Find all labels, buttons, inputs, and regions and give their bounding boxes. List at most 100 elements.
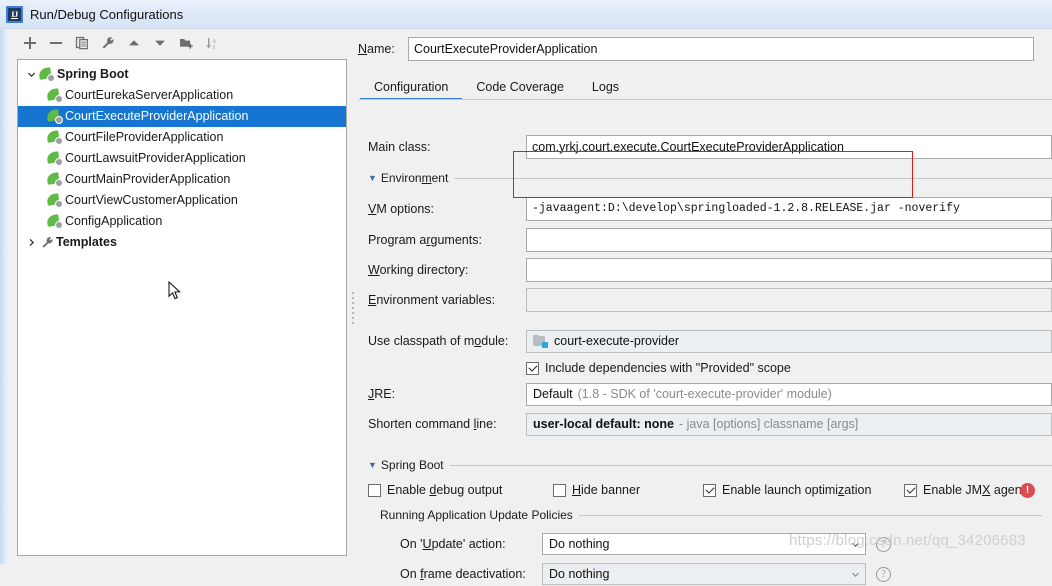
name-label-rest: ame:	[367, 42, 395, 56]
tree-item-config-application[interactable]: ConfigApplication	[18, 211, 346, 232]
on-frame-deactivation-row: On frame deactivation: Do nothing ?	[400, 562, 891, 586]
triangle-down-icon[interactable]: ▼	[368, 460, 377, 470]
tree-item-court-execute-provider-application[interactable]: CourtExecuteProviderApplication	[18, 106, 346, 127]
name-row: Name: CourtExecuteProviderApplication	[358, 37, 1052, 61]
hide-banner-label: Hide banner	[572, 483, 641, 497]
tab-configuration[interactable]: Configuration	[360, 80, 463, 101]
vm-options-row: VM options: -javaagent:D:\develop\spring…	[368, 197, 1052, 221]
spring-boot-icon	[46, 214, 63, 229]
spring-boot-icon	[46, 109, 63, 124]
program-arguments-input[interactable]	[526, 228, 1052, 252]
shorten-command-line-hint: - java [options] classname [args]	[679, 417, 859, 431]
separator-line	[454, 177, 1052, 179]
on-frame-deactivation-combo[interactable]: Do nothing	[542, 563, 866, 585]
chevron-down-icon[interactable]	[845, 564, 865, 585]
separator-line	[578, 514, 1042, 516]
checkbox-box[interactable]	[703, 483, 716, 497]
tree-item-court-main-provider-application[interactable]: CourtMainProviderApplication	[18, 169, 346, 190]
tree-item-court-view-customer-application[interactable]: CourtViewCustomerApplication	[18, 190, 346, 211]
environment-variables-row: Environment variables:	[368, 288, 1052, 312]
separator-line	[449, 464, 1052, 466]
use-classpath-of-module-combo[interactable]: court-execute-provider	[526, 329, 1052, 353]
enable-launch-optimization-checkbox[interactable]: Enable launch optimization	[703, 483, 871, 497]
edit-templates-button[interactable]	[95, 31, 121, 55]
environment-separator[interactable]: ▼ Environment	[368, 171, 1052, 185]
spring-boot-icon	[46, 130, 63, 145]
window-title: Run/Debug Configurations	[30, 6, 184, 22]
remove-configuration-button[interactable]	[43, 31, 69, 55]
enable-debug-output-row: Enable debug output	[368, 478, 502, 502]
add-configuration-button[interactable]	[17, 31, 43, 55]
watermark-text: https://blog.csdn.net/qq_34206683	[789, 532, 1026, 549]
copy-configuration-button[interactable]	[69, 31, 95, 55]
enable-jmx-agent-checkbox[interactable]: Enable JMX agent	[904, 483, 1025, 497]
checkbox-box[interactable]	[553, 483, 566, 497]
tree-item-label: CourtLawsuitProviderApplication	[65, 151, 246, 165]
enable-debug-output-checkbox[interactable]: Enable debug output	[368, 483, 502, 497]
on-frame-deactivation-label: On frame deactivation:	[400, 567, 526, 581]
include-provided-label: Include dependencies with "Provided" sco…	[545, 361, 791, 375]
chevron-down-icon[interactable]	[24, 68, 38, 82]
configurations-tree-panel[interactable]: Spring Boot CourtEurekaServerApplication…	[17, 59, 347, 556]
tree-group-spring-boot[interactable]: Spring Boot	[18, 64, 346, 85]
tab-code-coverage[interactable]: Code Coverage	[462, 80, 578, 100]
include-provided-checkbox[interactable]: Include dependencies with "Provided" sco…	[526, 361, 791, 375]
jre-combo[interactable]: Default (1.8 - SDK of 'court-execute-pro…	[526, 382, 1052, 406]
hide-banner-checkbox[interactable]: Hide banner	[553, 483, 640, 497]
shorten-command-line-row: Shorten command line: user-local default…	[368, 412, 1052, 436]
move-up-button[interactable]	[121, 31, 147, 55]
environment-separator-label: Environment	[380, 171, 449, 185]
tree-group-templates[interactable]: Templates	[18, 232, 346, 253]
enable-launch-optimization-label: Enable launch optimization	[722, 483, 872, 497]
tree-item-label: ConfigApplication	[65, 214, 163, 228]
tree-item-court-eureka-server-application[interactable]: CourtEurekaServerApplication	[18, 85, 346, 106]
main-class-input[interactable]: com.yrkj.court.execute.CourtExecuteProvi…	[526, 135, 1052, 159]
tree-item-label: CourtViewCustomerApplication	[65, 193, 238, 207]
working-directory-row: Working directory:	[368, 258, 1052, 282]
chevron-right-icon[interactable]	[24, 236, 38, 250]
error-exclamation-icon[interactable]: !	[1020, 482, 1035, 498]
working-directory-label: Working directory:	[368, 263, 469, 277]
checkbox-box[interactable]	[368, 483, 381, 497]
create-folder-button[interactable]	[173, 31, 199, 55]
wrench-icon	[38, 235, 56, 250]
jmx-agent-error-row: !	[1020, 478, 1035, 502]
tree-item-label: CourtExecuteProviderApplication	[65, 109, 249, 123]
spring-boot-separator[interactable]: ▼ Spring Boot	[368, 458, 1052, 472]
shorten-command-line-label: Shorten command line:	[368, 417, 497, 431]
spring-boot-icon	[38, 67, 55, 82]
tab-logs[interactable]: Logs	[578, 80, 633, 100]
svg-text:z: z	[212, 44, 215, 50]
use-classpath-of-module-row: Use classpath of module: court-execute-p…	[368, 329, 1052, 353]
configurations-toolbar: a z	[9, 29, 356, 57]
panel-splitter[interactable]	[347, 59, 358, 556]
tree-group-label: Templates	[56, 235, 117, 249]
intellij-idea-logo-icon: IJ	[6, 5, 23, 23]
spring-boot-icon	[46, 88, 63, 103]
editor-tabs: Configuration Code Coverage Logs	[360, 73, 1052, 101]
triangle-down-icon[interactable]: ▼	[368, 173, 377, 183]
vm-options-label: VM options:	[368, 202, 435, 216]
shorten-command-line-combo[interactable]: user-local default: none - java [options…	[526, 412, 1052, 436]
checkbox-box[interactable]	[904, 483, 917, 497]
working-directory-input[interactable]	[526, 258, 1052, 282]
sort-configurations-button[interactable]: a z	[199, 31, 225, 55]
spring-boot-separator-label: Spring Boot	[380, 458, 444, 472]
name-label: Name:	[358, 42, 395, 56]
checkbox-box[interactable]	[526, 361, 539, 375]
tree-item-court-file-provider-application[interactable]: CourtFileProviderApplication	[18, 127, 346, 148]
enable-debug-output-label: Enable debug output	[387, 483, 503, 497]
spring-boot-icon	[46, 193, 63, 208]
environment-variables-label: Environment variables:	[368, 293, 496, 307]
jre-label: JRE:	[368, 387, 396, 401]
update-policies-separator: Running Application Update Policies	[380, 508, 1042, 522]
tree-item-court-lawsuit-provider-application[interactable]: CourtLawsuitProviderApplication	[18, 148, 346, 169]
jre-value: Default	[533, 387, 573, 401]
move-down-button[interactable]	[147, 31, 173, 55]
help-question-icon[interactable]: ?	[876, 566, 891, 582]
vm-options-input[interactable]: -javaagent:D:\develop\springloaded-1.2.8…	[526, 197, 1052, 221]
enable-jmx-agent-row: Enable JMX agent	[904, 478, 1025, 502]
on-update-action-value: Do nothing	[549, 537, 610, 551]
environment-variables-input[interactable]	[526, 288, 1052, 312]
name-input[interactable]: CourtExecuteProviderApplication	[408, 37, 1034, 61]
